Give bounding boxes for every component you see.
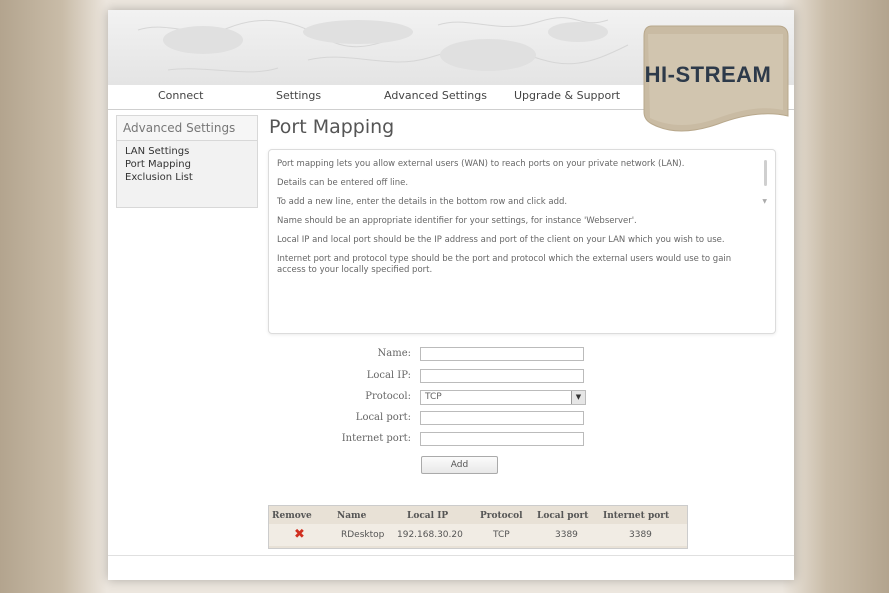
brand-logo: HI-STREAM [638, 24, 794, 144]
port-mapping-table: Remove Name Local IP Protocol Local port… [268, 505, 688, 549]
sidebar-item-lan-settings[interactable]: LAN Settings [117, 145, 257, 158]
table-header-local-port: Local port [537, 511, 589, 521]
table-row [269, 524, 687, 546]
sidebar-title: Advanced Settings [117, 116, 257, 141]
row-local-ip: 192.168.30.20 [397, 530, 463, 540]
table-header-internet-port: Internet port [603, 511, 670, 521]
router-page: Connect Settings Advanced Settings Upgra… [108, 10, 794, 580]
table-header-protocol: Protocol [480, 511, 523, 521]
name-input[interactable] [420, 347, 584, 361]
info-paragraph: Local IP and local port should be the IP… [277, 235, 725, 245]
name-label: Name: [377, 348, 411, 359]
nav-settings[interactable]: Settings [276, 89, 321, 102]
add-button[interactable]: Add [421, 456, 498, 474]
internet-port-label: Internet port: [341, 433, 411, 444]
info-text: Port mapping lets you allow external use… [277, 159, 751, 284]
local-port-label: Local port: [355, 412, 411, 423]
row-internet-port: 3389 [629, 530, 652, 540]
local-ip-input[interactable] [420, 369, 584, 383]
info-panel: Port mapping lets you allow external use… [268, 149, 776, 334]
protocol-value: TCP [425, 392, 442, 402]
protocol-label: Protocol: [365, 391, 411, 402]
sidebar-item-exclusion-list[interactable]: Exclusion List [117, 171, 257, 184]
info-paragraph: Port mapping lets you allow external use… [277, 159, 685, 169]
info-paragraph: Internet port and protocol type should b… [277, 254, 732, 275]
scroll-down-icon[interactable]: ▼ [762, 198, 767, 205]
info-paragraph: Name should be an appropriate identifier… [277, 216, 637, 226]
page-title: Port Mapping [269, 116, 395, 138]
row-protocol: TCP [493, 530, 510, 540]
nav-upgrade-support[interactable]: Upgrade & Support [514, 89, 620, 102]
local-port-input[interactable] [420, 411, 584, 425]
nav-advanced-settings[interactable]: Advanced Settings [384, 89, 487, 102]
table-header-local-ip: Local IP [407, 511, 449, 521]
sidebar-item-port-mapping[interactable]: Port Mapping [117, 158, 257, 171]
row-name: RDesktop [341, 530, 385, 540]
local-ip-label: Local IP: [366, 370, 411, 381]
sidebar: Advanced Settings LAN Settings Port Mapp… [116, 115, 258, 208]
info-scrollbar[interactable] [764, 160, 767, 186]
dropdown-arrow-icon[interactable]: ▼ [571, 391, 585, 404]
logo-text: HI-STREAM [644, 62, 772, 87]
remove-x-icon[interactable]: ✖ [294, 527, 305, 542]
table-header-remove: Remove [272, 511, 312, 521]
info-paragraph: To add a new line, enter the details in … [277, 197, 568, 207]
internet-port-input[interactable] [420, 432, 584, 446]
info-paragraph: Details can be entered off line. [277, 178, 409, 188]
nav-connect[interactable]: Connect [158, 89, 203, 102]
row-local-port: 3389 [555, 530, 578, 540]
protocol-select[interactable]: TCP ▼ [420, 390, 586, 405]
table-header-name: Name [337, 511, 367, 521]
footer-divider [108, 555, 794, 556]
